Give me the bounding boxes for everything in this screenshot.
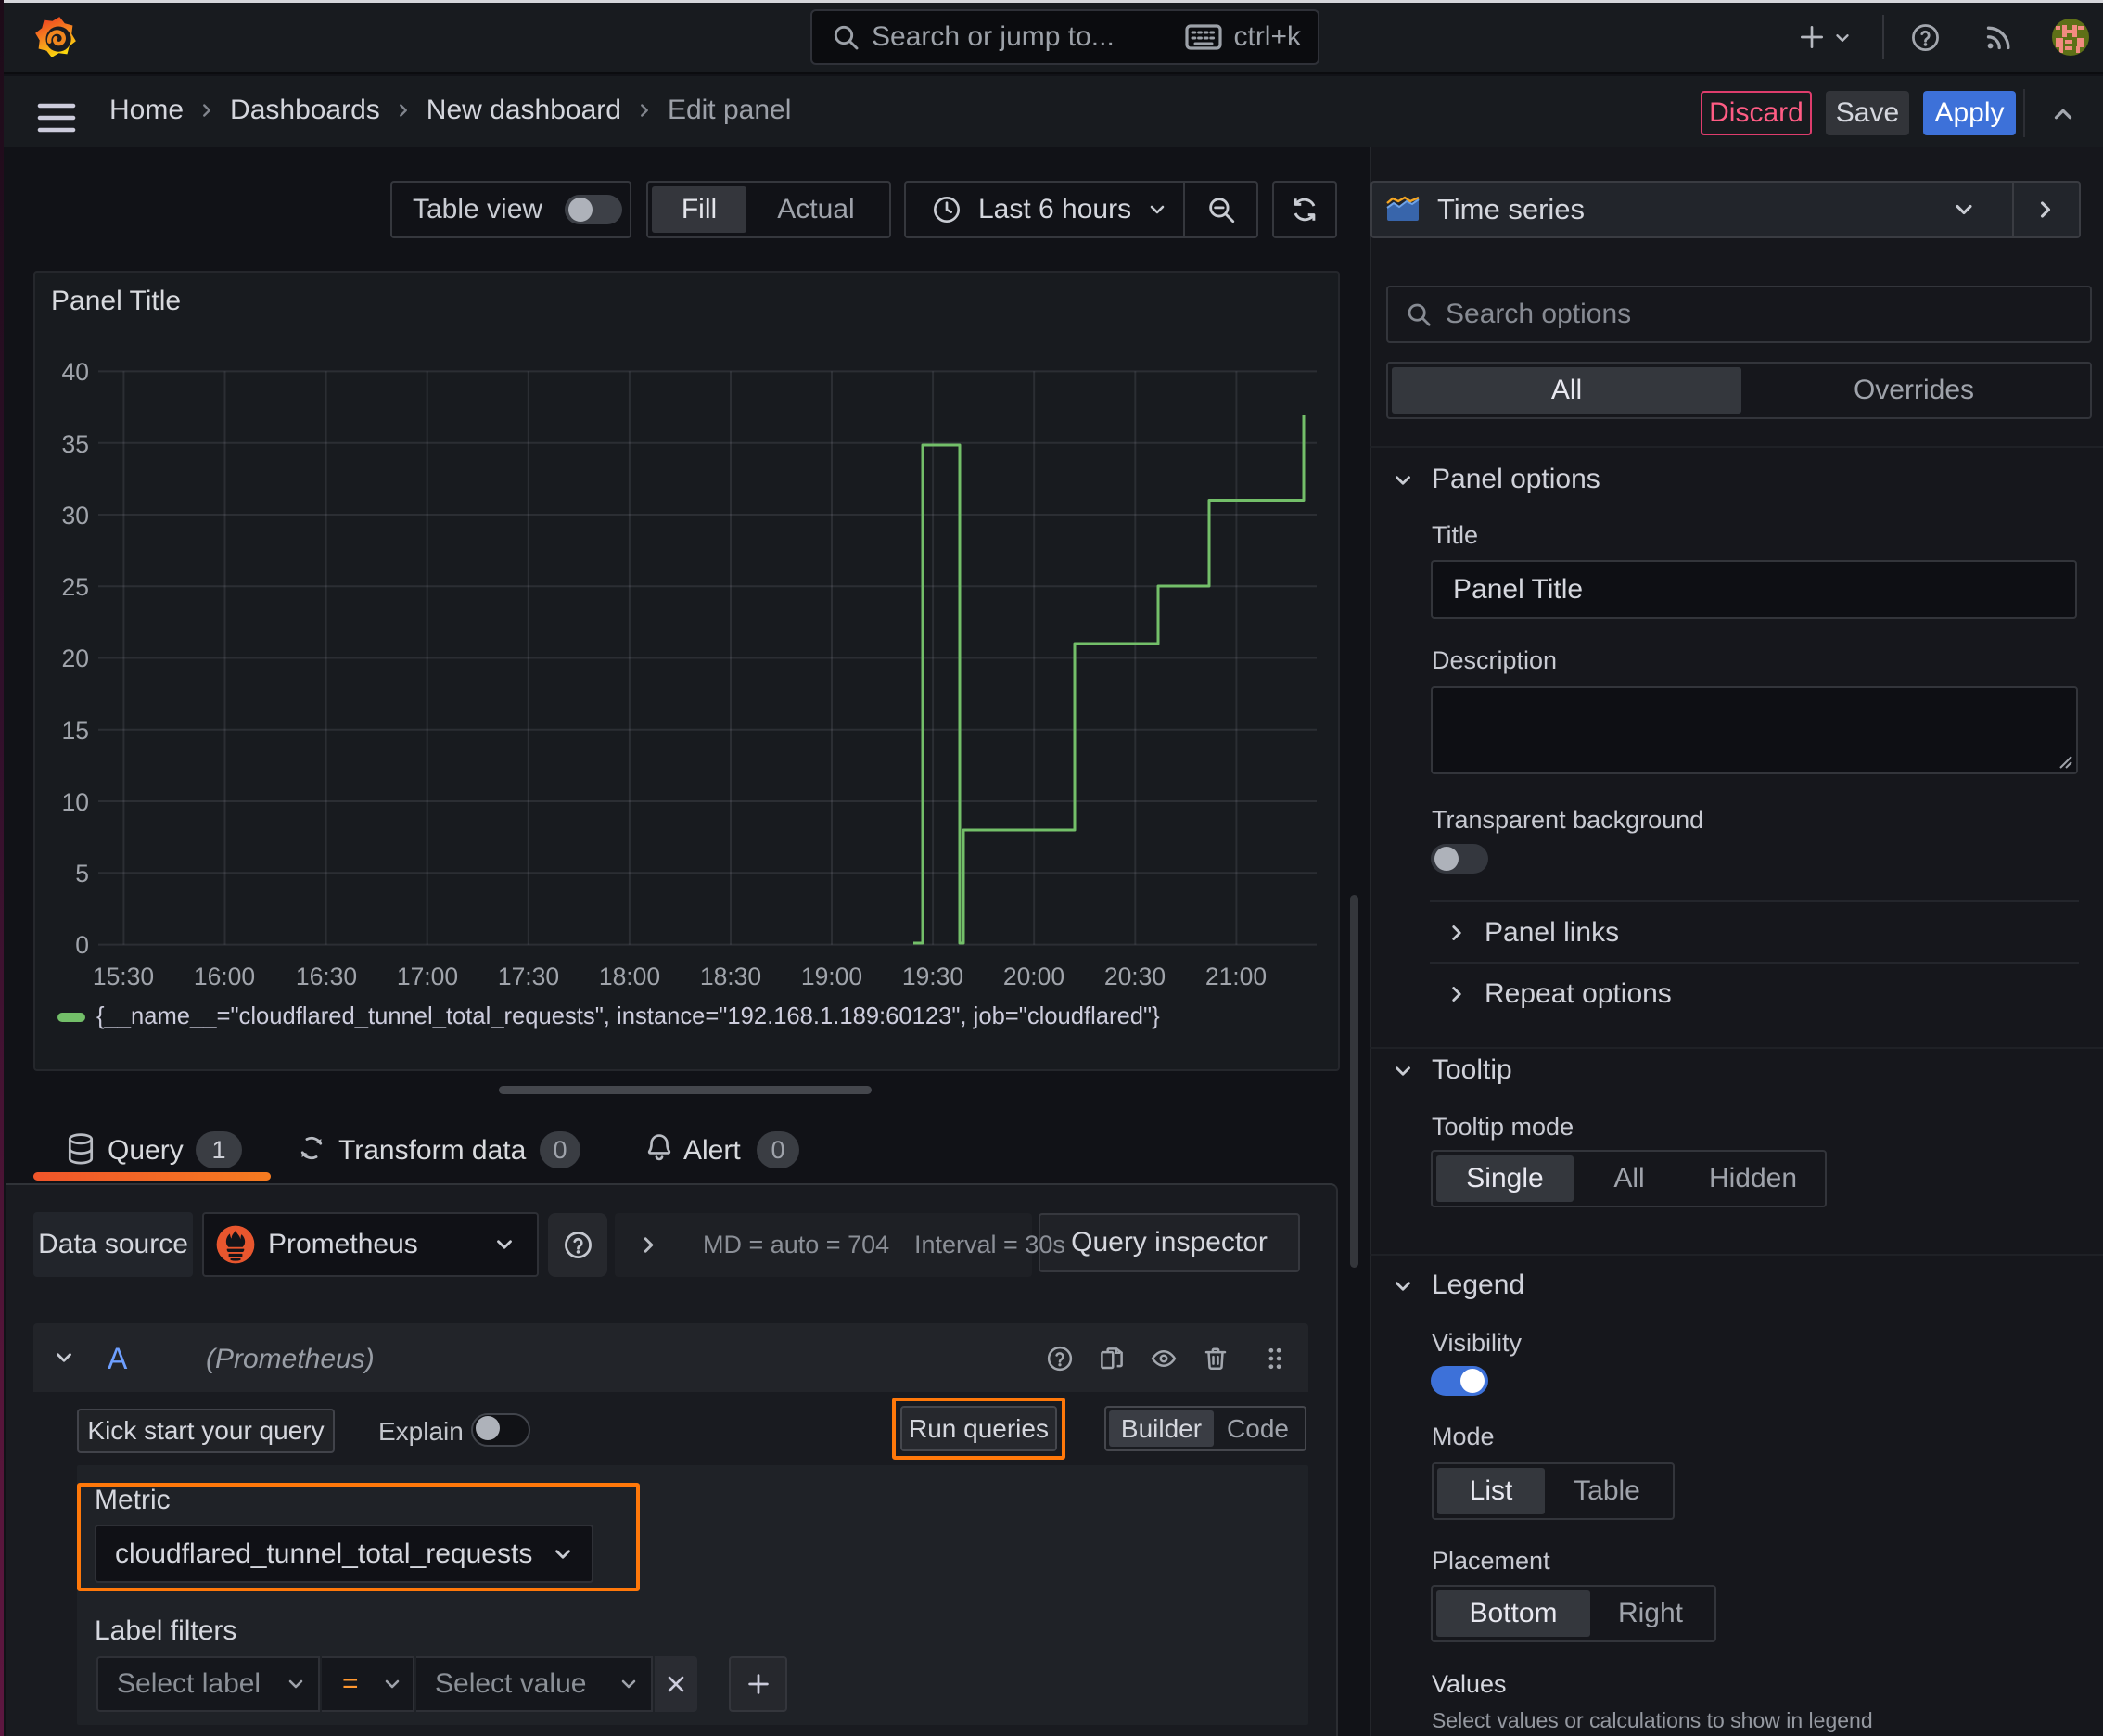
svg-text:20: 20 <box>62 645 89 672</box>
svg-text:10: 10 <box>62 788 89 816</box>
svg-text:20:30: 20:30 <box>1104 963 1166 990</box>
svg-text:40: 40 <box>62 358 89 386</box>
svg-text:19:00: 19:00 <box>801 963 862 990</box>
svg-text:15:30: 15:30 <box>93 963 154 990</box>
svg-text:20:00: 20:00 <box>1003 963 1064 990</box>
svg-text:16:00: 16:00 <box>194 963 255 990</box>
svg-text:19:30: 19:30 <box>902 963 963 990</box>
svg-text:17:00: 17:00 <box>397 963 458 990</box>
svg-text:17:30: 17:30 <box>498 963 559 990</box>
svg-text:0: 0 <box>75 931 89 959</box>
svg-text:21:00: 21:00 <box>1205 963 1267 990</box>
svg-text:25: 25 <box>62 573 89 601</box>
svg-text:16:30: 16:30 <box>296 963 357 990</box>
svg-text:15: 15 <box>62 717 89 745</box>
svg-text:5: 5 <box>75 860 89 887</box>
svg-text:35: 35 <box>62 430 89 458</box>
svg-text:30: 30 <box>62 502 89 530</box>
svg-text:18:30: 18:30 <box>700 963 761 990</box>
svg-text:18:00: 18:00 <box>599 963 660 990</box>
